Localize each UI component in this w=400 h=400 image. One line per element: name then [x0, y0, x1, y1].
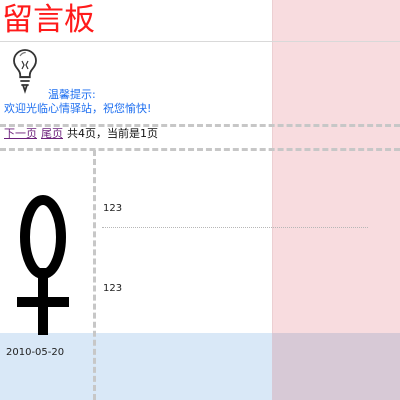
page-count-text: 共4页，当前是1页 — [67, 127, 158, 140]
message-text: 123 — [103, 203, 123, 214]
notice-message: 欢迎光临心情驿站，祝您愉快! — [4, 102, 152, 115]
page-title: 留言板 — [2, 2, 95, 38]
title-divider — [0, 41, 400, 42]
message-date: 2010-05-20 — [6, 347, 65, 358]
last-page-link[interactable]: 尾页 — [41, 127, 63, 140]
message-column-divider — [93, 150, 96, 400]
notice-title: 温馨提示: — [48, 88, 96, 101]
female-symbol-icon — [17, 195, 69, 335]
guestbook-page: 留言板 温馨提示: 欢迎光临心情驿站，祝您愉快! 下一页 尾页 共4页，当前是1页 … — [0, 0, 400, 400]
lightbulb-icon — [13, 49, 37, 94]
lower-dashed-divider — [0, 148, 400, 151]
panel-overlap — [272, 333, 400, 400]
pagination-bar: 下一页 尾页 共4页，当前是1页 — [4, 127, 158, 141]
message-text: 123 — [103, 283, 123, 294]
next-page-link[interactable]: 下一页 — [4, 127, 37, 140]
message-dotted-divider — [102, 227, 368, 228]
